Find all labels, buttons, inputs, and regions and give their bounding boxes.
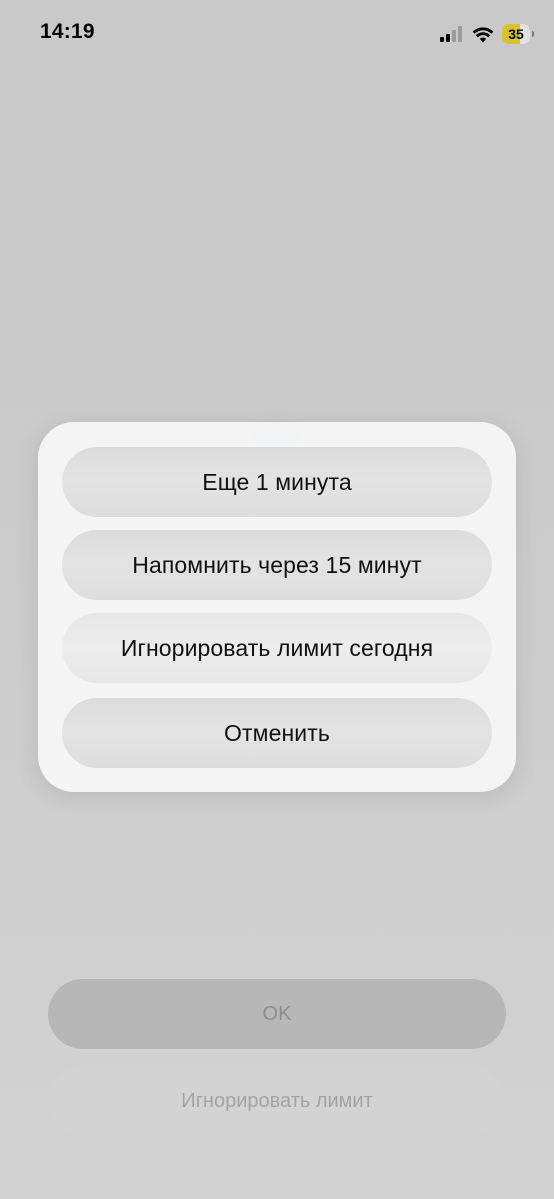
battery-icon: 35 <box>502 24 534 44</box>
status-icons: 35 <box>440 22 534 46</box>
one-more-minute-button[interactable]: Еще 1 минута <box>62 447 492 517</box>
ignore-limit-today-button[interactable]: Игнорировать лимит сегодня <box>62 613 492 683</box>
remind-in-15-minutes-button[interactable]: Напомнить через 15 минут <box>62 530 492 600</box>
action-sheet: Еще 1 минута Напомнить через 15 минут Иг… <box>38 422 516 792</box>
signal-icon <box>440 26 464 42</box>
cancel-button[interactable]: Отменить <box>62 698 492 768</box>
wifi-icon <box>472 26 494 42</box>
status-time: 14:19 <box>40 20 95 43</box>
ignore-limit-button[interactable]: Игнорировать лимит <box>48 1066 506 1136</box>
battery-level: 35 <box>508 26 524 42</box>
ok-button[interactable]: OK <box>48 979 506 1049</box>
